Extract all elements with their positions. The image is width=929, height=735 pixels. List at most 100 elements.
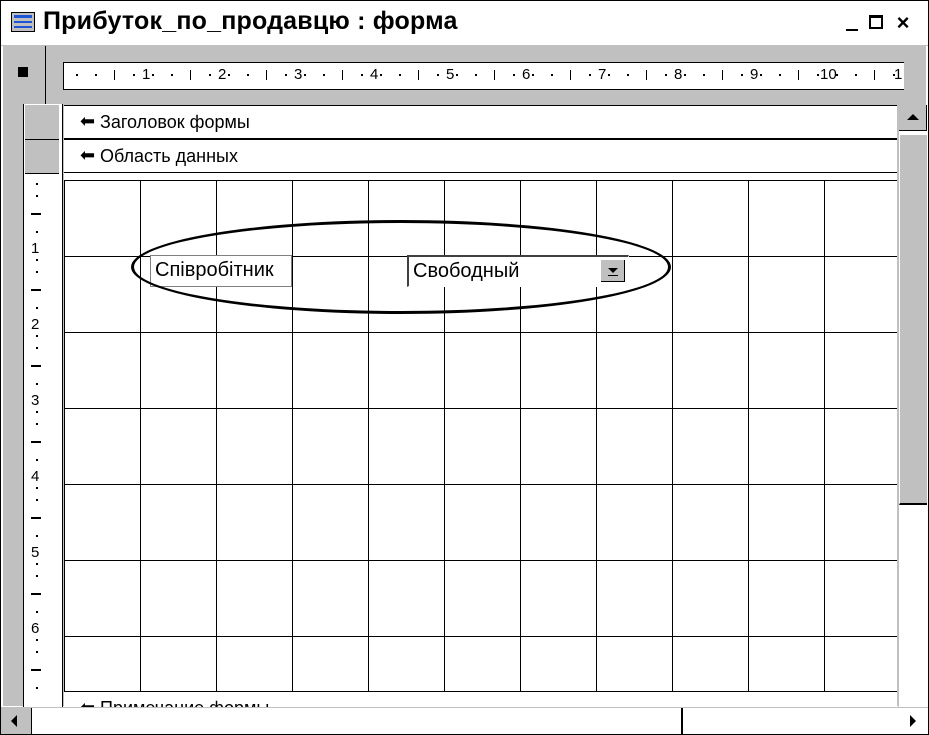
ruler-tick [532,74,534,76]
ruler-tick [513,74,515,76]
vertical-scrollbar[interactable] [898,105,927,734]
ruler-tick [76,74,78,76]
vruler-number: 5 [31,544,40,561]
ruler-number: 7 [598,66,607,83]
form-design-window: Прибуток_по_продавцю : форма × 1 2 3 4 5… [0,0,929,735]
ruler-tick [304,74,306,76]
vruler-number: 4 [31,468,40,485]
ruler-tick [779,74,781,76]
ruler-tick [114,70,115,80]
vertical-scroll-thumb[interactable] [899,135,927,505]
ruler-number: 4 [370,66,379,83]
close-button[interactable]: × [890,11,916,35]
vruler-tick [36,563,38,565]
ruler-tick [817,74,819,76]
employee-combo-control[interactable]: Свободный [407,255,629,287]
vruler-tick [36,195,38,197]
ruler-tick [342,70,343,80]
vertical-ruler[interactable] [23,104,63,734]
vruler-number: 6 [31,620,40,637]
ruler-number: 10 [820,66,837,83]
combo-dropdown-icon[interactable] [601,260,625,282]
ruler-tick [228,74,230,76]
title-bar[interactable]: Прибуток_по_продавцю : форма × [1,1,928,46]
ruler-number: 2 [218,66,227,83]
form-icon[interactable] [11,12,35,32]
close-icon: × [896,10,910,35]
section-label: Заголовок формы [100,112,250,132]
vruler-tick [36,487,38,489]
ruler-tick [741,74,743,76]
ruler-tick [285,74,287,76]
ruler-tick [133,74,135,76]
design-area: 1 2 3 4 5 6 7 8 9 10 1 1 2 3 4 5 6 ⬅ Заг… [3,46,927,734]
vruler-tick [31,669,41,671]
vruler-tick [36,411,38,413]
vruler-tick [36,259,38,261]
ruler-number: 9 [750,66,759,83]
ruler-tick [551,74,553,76]
vruler-tick [31,365,41,367]
ruler-tick [836,74,838,76]
vruler-tick [36,575,38,577]
ruler-tick [703,74,705,76]
ruler-tick [722,70,723,80]
ruler-number: 1 [142,66,151,83]
header-section-selector[interactable] [25,105,59,140]
vruler-tick [36,335,38,337]
maximize-icon [869,15,883,29]
ruler-tick [437,74,439,76]
window-title: Прибуток_по_продавцю : форма [43,7,458,35]
employee-label-control[interactable]: Співробітник [150,255,292,287]
ruler-tick [266,70,267,80]
ruler-tick [798,70,799,80]
vruler-tick [31,441,41,443]
ruler-tick [399,74,401,76]
ruler-number: 5 [446,66,455,83]
horizontal-scrollbar[interactable] [1,707,928,734]
vruler-tick [36,687,38,689]
detail-section-selector[interactable] [25,140,59,174]
scroll-up-icon[interactable] [899,105,927,131]
scroll-left-icon[interactable] [1,708,32,734]
maximize-button[interactable] [863,11,889,35]
ruler-tick [475,74,477,76]
ruler-tick [418,70,419,80]
form-selector[interactable] [3,46,46,104]
ruler-tick [665,74,667,76]
ruler-tick [494,70,495,80]
ruler-tick [684,74,686,76]
section-label: Область данных [100,146,238,166]
ruler-tick [456,74,458,76]
vruler-tick [36,383,38,385]
vruler-tick [31,593,41,595]
vruler-tick [36,611,38,613]
vruler-tick [36,307,38,309]
ruler-tick [152,74,154,76]
vruler-tick [36,183,38,185]
ruler-tick [570,70,571,80]
form-selector-icon [18,67,28,77]
ruler-tick [627,74,629,76]
vruler-number: 1 [31,240,40,257]
ruler-number: 1 [894,66,903,83]
vruler-tick [36,459,38,461]
combo-value: Свободный [413,260,520,282]
ruler-number: 3 [294,66,303,83]
ruler-number: 6 [522,66,531,83]
horizontal-scroll-thumb[interactable] [37,708,683,734]
horizontal-ruler[interactable]: 1 2 3 4 5 6 7 8 9 10 1 [63,62,904,90]
ruler-tick [646,70,647,80]
scroll-right-icon[interactable] [898,708,928,734]
ruler-tick [247,74,249,76]
minimize-button[interactable] [839,11,865,35]
ruler-tick [874,70,875,80]
minimize-icon [846,29,858,31]
ruler-tick [323,74,325,76]
section-marker-icon: ⬅ [80,145,96,165]
section-form-header[interactable]: ⬅ Заголовок формы [64,105,897,139]
ruler-tick [855,74,857,76]
section-detail[interactable]: ⬅ Область данных [64,139,897,173]
ruler-tick [893,74,895,76]
vruler-tick [36,639,38,641]
